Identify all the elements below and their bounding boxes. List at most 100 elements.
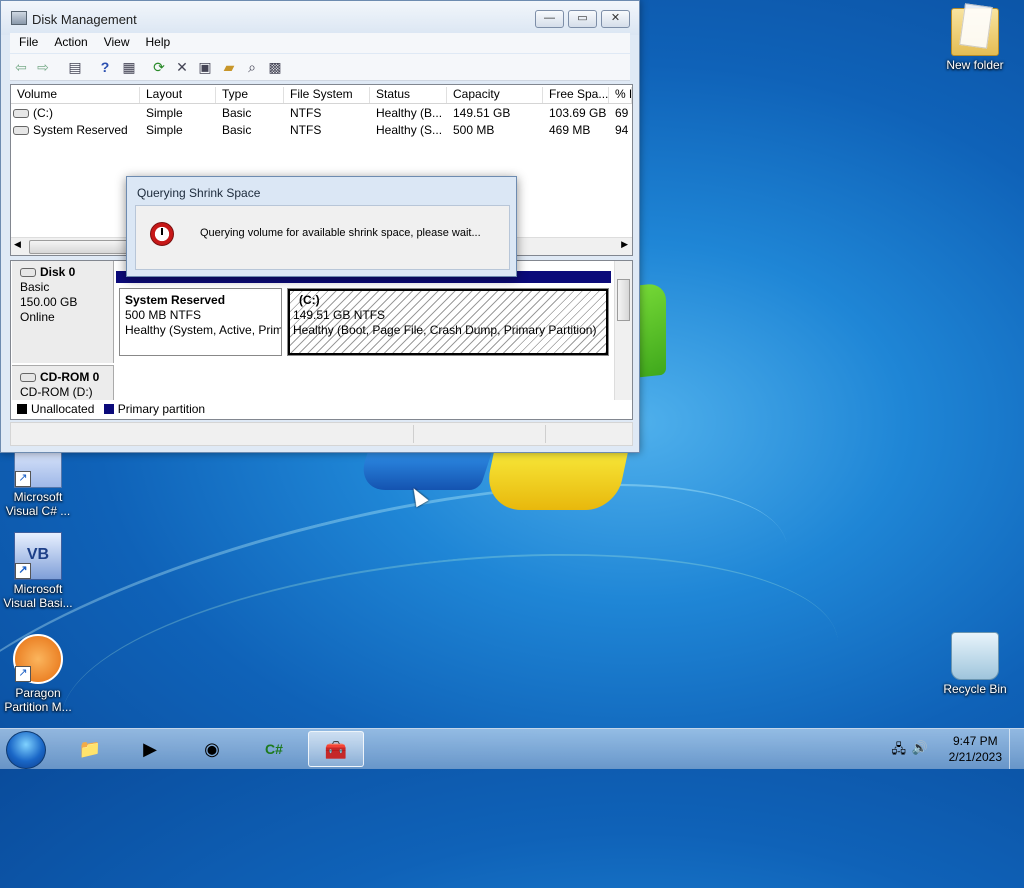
window-title: Disk Management bbox=[32, 12, 137, 27]
layout-cell: Simple bbox=[146, 106, 183, 120]
disk-type: Basic bbox=[20, 280, 50, 294]
network-icon[interactable]: 🖧 bbox=[892, 740, 907, 762]
volume-icon[interactable]: 🔊 bbox=[912, 740, 928, 756]
status-divider bbox=[413, 425, 414, 443]
disk-0-label[interactable]: Disk 0 Basic 150.00 GB Online bbox=[12, 261, 114, 363]
column-header-type[interactable]: Type bbox=[216, 87, 284, 103]
clock-time: 9:47 PM bbox=[952, 734, 998, 748]
title-bar[interactable]: Disk Management — ▭ ✕ bbox=[1, 1, 639, 35]
desktop-icon-paragon[interactable]: ↗ Paragon Partition M... bbox=[0, 634, 76, 714]
column-header-volume[interactable]: Volume bbox=[11, 87, 140, 103]
properties-view-icon[interactable]: ▦ bbox=[120, 58, 138, 76]
unallocated-swatch bbox=[17, 404, 27, 414]
forward-arrow-icon[interactable]: ⇨ bbox=[34, 58, 52, 76]
primary-swatch bbox=[103, 404, 114, 414]
disk-graphical-view[interactable]: Disk 0 Basic 150.00 GB Online System Res… bbox=[10, 260, 633, 402]
desktop-icon-new-folder[interactable]: New folder bbox=[937, 8, 1013, 72]
shortcut-arrow-icon: ↗ bbox=[15, 563, 31, 579]
disk-management-icon bbox=[11, 11, 27, 25]
dialog-message: Querying volume for available shrink spa… bbox=[200, 227, 481, 239]
partition-c[interactable]: (C:) 149.51 GB NTFS Healthy (Boot, Page … bbox=[287, 288, 609, 356]
legend-primary: Primary partition bbox=[117, 402, 206, 416]
column-header-free-space[interactable]: Free Spa... bbox=[543, 87, 609, 103]
menu-action[interactable]: Action bbox=[45, 33, 94, 49]
start-button[interactable] bbox=[6, 731, 46, 769]
partition-size: 149.51 GB NTFS bbox=[293, 308, 386, 322]
minimize-button[interactable]: — bbox=[535, 10, 564, 28]
clock-date: 2/21/2023 bbox=[948, 750, 1002, 764]
column-header-capacity[interactable]: Capacity bbox=[447, 87, 543, 103]
desktop-icon-visual-basic[interactable]: VB ↗ Microsoft Visual Basi... bbox=[0, 532, 76, 610]
table-row[interactable]: System Reserved Simple Basic NTFS Health… bbox=[11, 122, 632, 139]
capacity-cell: 500 MB bbox=[453, 123, 495, 137]
desktop-icon-label: New folder bbox=[946, 58, 1004, 72]
legend-unallocated: Unallocated bbox=[31, 402, 95, 416]
file-system-cell: NTFS bbox=[290, 123, 322, 137]
file-system-cell: NTFS bbox=[290, 106, 322, 120]
show-desktop-button[interactable] bbox=[1009, 729, 1024, 769]
cdrom-name: CD-ROM 0 bbox=[40, 370, 100, 384]
open-icon[interactable]: ▰ bbox=[220, 58, 238, 76]
column-header-layout[interactable]: Layout bbox=[140, 87, 216, 103]
volume-cell: (C:) bbox=[13, 106, 53, 120]
disk-state: Online bbox=[20, 310, 55, 324]
chrome-icon[interactable]: ◉ bbox=[184, 731, 240, 767]
cdrom-0-label[interactable]: CD-ROM 0 CD-ROM (D:) bbox=[12, 365, 114, 401]
explorer-icon[interactable]: 📁 bbox=[62, 731, 118, 767]
taskbar: 📁 ▶ ◉ C# 🧰 🖧 🔊 9:47 PM 2/21/2023 bbox=[0, 728, 1024, 769]
capacity-cell: 149.51 GB bbox=[453, 106, 511, 120]
computer-management-icon[interactable]: 🧰 bbox=[308, 731, 364, 767]
folder-icon bbox=[951, 8, 999, 56]
desktop-icon-recycle-bin[interactable]: Recycle Bin bbox=[937, 632, 1013, 696]
layout-cell: Simple bbox=[146, 123, 183, 137]
menu-bar: File Action View Help bbox=[10, 33, 630, 53]
menu-view[interactable]: View bbox=[95, 33, 137, 49]
explore-icon[interactable]: ⌕ bbox=[243, 58, 261, 76]
percent-free-cell: 69 bbox=[615, 106, 629, 120]
console-tree-icon[interactable]: ▤ bbox=[66, 58, 84, 76]
visual-csharp-icon[interactable]: C# bbox=[246, 731, 302, 767]
free-space-cell: 469 MB bbox=[549, 123, 591, 137]
partition-status: Healthy (Boot, Page File, Crash Dump, Pr… bbox=[293, 323, 597, 337]
volume-list-header: Volume Layout Type File System Status Ca… bbox=[11, 85, 632, 104]
help-icon[interactable]: ? bbox=[96, 58, 114, 76]
partition-name: System Reserved bbox=[125, 293, 226, 307]
volume-cell: System Reserved bbox=[13, 123, 128, 137]
partition-size: 500 MB NTFS bbox=[125, 308, 202, 322]
rescan-icon[interactable]: ▩ bbox=[266, 58, 284, 76]
wallpaper-logo-yellow bbox=[481, 450, 629, 510]
menu-file[interactable]: File bbox=[10, 33, 45, 49]
clock[interactable]: 9:47 PM 2/21/2023 bbox=[949, 733, 1002, 765]
status-cell: Healthy (B... bbox=[376, 106, 443, 120]
recycle-bin-icon bbox=[951, 632, 999, 680]
menu-help[interactable]: Help bbox=[137, 33, 178, 49]
shortcut-arrow-icon: ↗ bbox=[15, 471, 31, 487]
desktop-icon-label: Paragon Partition M... bbox=[4, 686, 72, 714]
scroll-right-icon[interactable]: ▶ bbox=[621, 239, 628, 250]
disk-size: 150.00 GB bbox=[20, 295, 78, 309]
scroll-thumb[interactable] bbox=[617, 279, 630, 321]
delete-icon[interactable]: ✕ bbox=[173, 58, 191, 76]
dialog-body: Querying volume for available shrink spa… bbox=[135, 205, 510, 270]
close-button[interactable]: ✕ bbox=[601, 10, 630, 28]
refresh-icon[interactable]: ⟳ bbox=[150, 58, 168, 76]
table-row[interactable]: (C:) Simple Basic NTFS Healthy (B... 149… bbox=[11, 105, 632, 122]
disk-icon bbox=[20, 268, 36, 278]
properties-icon[interactable]: ▣ bbox=[196, 58, 214, 76]
column-header-percent-free[interactable]: % F bbox=[609, 87, 632, 103]
media-player-icon[interactable]: ▶ bbox=[122, 731, 178, 767]
disk-name: Disk 0 bbox=[40, 265, 76, 279]
querying-shrink-dialog[interactable]: Querying Shrink Space Querying volume fo… bbox=[126, 176, 517, 277]
cdrom-icon bbox=[20, 373, 36, 383]
desktop-icon-label: Microsoft Visual C# ... bbox=[5, 490, 71, 518]
column-header-status[interactable]: Status bbox=[370, 87, 447, 103]
maximize-button[interactable]: ▭ bbox=[568, 10, 597, 28]
partition-system-reserved[interactable]: System Reserved 500 MB NTFS Healthy (Sys… bbox=[119, 288, 282, 356]
legend: Unallocated Primary partition bbox=[10, 400, 633, 420]
column-header-file-system[interactable]: File System bbox=[284, 87, 370, 103]
vertical-scrollbar[interactable] bbox=[614, 261, 632, 401]
back-arrow-icon[interactable]: ⇦ bbox=[12, 58, 30, 76]
dialog-title: Querying Shrink Space bbox=[137, 186, 261, 200]
scroll-left-icon[interactable]: ◀ bbox=[14, 239, 21, 250]
status-divider bbox=[545, 425, 546, 443]
